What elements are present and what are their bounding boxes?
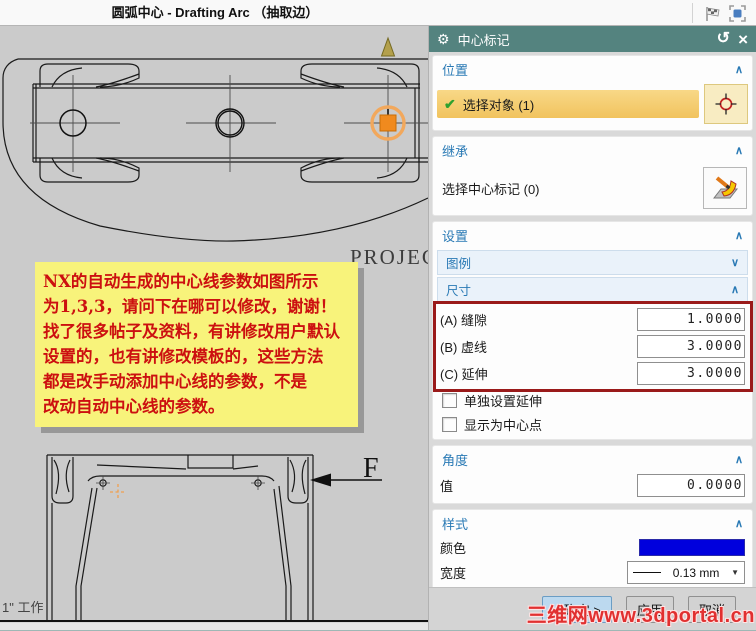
front-view-drawing — [46, 454, 314, 620]
select-object-row[interactable]: ✔ 选择对象 (1) — [437, 90, 699, 118]
gap-input[interactable]: 1.0000 — [637, 308, 745, 331]
note-line: 为1,3,3，请问下在哪可以修改，谢谢！ — [43, 297, 337, 316]
dialog-body: 位置 ∧ ✔ 选择对象 (1) 继承 ∧ 选择中心标记 (0) 设置 ∧ 图例 … — [429, 52, 756, 591]
group-angle-label: 角度 — [442, 453, 469, 468]
group-inherit-header[interactable]: 继承 ∧ — [433, 137, 752, 163]
view-arrow-f: F — [310, 453, 382, 487]
close-icon[interactable]: × — [738, 31, 748, 48]
group-position-label: 位置 — [442, 63, 469, 78]
group-position-header[interactable]: 位置 ∧ — [433, 56, 752, 82]
field-row-dash: (B) 虚线 3.0000 — [433, 333, 752, 360]
field-row-width: 宽度 0.13 mm ▼ — [433, 559, 752, 586]
note-line: 都是改手动添加中心线的参数，不是 — [43, 372, 307, 391]
dash-field-label: (B) 虚线 — [440, 340, 487, 355]
angle-value-input[interactable]: 0.0000 — [637, 474, 745, 497]
color-swatch[interactable] — [639, 539, 745, 556]
checkbox-row-display-center-point[interactable]: 显示为中心点 — [433, 411, 752, 435]
sheet-corner-label: 1" 工作 — [2, 600, 44, 615]
note-line: 改动自动中心线的参数。 — [43, 397, 225, 416]
color-label: 颜色 — [440, 541, 467, 556]
chevron-down-icon: ∨ — [730, 257, 739, 269]
select-center-mark-label: 选择中心标记 (0) — [442, 181, 540, 197]
nx-drafting-window: 圆弧中心 - Drafting Arc （抽取边） F PROJE NX的自动生… — [0, 0, 756, 631]
note-line: 找了很多帖子及资料，有讲修改用户默认 — [43, 322, 340, 341]
point-target-button[interactable] — [704, 84, 748, 124]
center-mark-dialog: ⚙ 中心标记 ↺ × 位置 ∧ ✔ 选择对象 (1) 继承 ∧ 选择中心标记 (… — [428, 26, 756, 630]
chevron-up-icon: ∧ — [734, 454, 743, 466]
note-line: NX的自动生成的中心线参数如图所示 — [43, 272, 319, 291]
preview-center-mark — [110, 484, 126, 500]
group-style-header[interactable]: 样式 ∧ — [433, 510, 752, 536]
field-row-angle-value: 值 0.0000 — [433, 472, 752, 499]
subsection-legend[interactable]: 图例 ∨ — [437, 250, 748, 275]
group-settings-header[interactable]: 设置 ∧ — [433, 222, 752, 248]
group-style: 样式 ∧ 颜色 宽度 0.13 mm ▼ — [432, 509, 753, 591]
direction-cone-marker — [380, 36, 396, 57]
field-row-extension: (C) 延伸 3.0000 — [433, 360, 752, 387]
watermark: 三维网www.3dportal.cn — [526, 605, 755, 627]
group-style-label: 样式 — [442, 517, 469, 532]
note-line: 设置的，也有讲修改模板的，这些方法 — [43, 347, 324, 366]
front-view-holes — [96, 476, 265, 490]
dimension-fields: (A) 缝隙 1.0000 (B) 虚线 3.0000 (C) 延伸 3.000… — [433, 301, 753, 392]
chevron-up-icon: ∧ — [734, 230, 743, 242]
field-row-gap: (A) 缝隙 1.0000 — [433, 306, 752, 333]
crosshair-icon — [715, 93, 737, 115]
select-object-label: 选择对象 (1) — [462, 97, 535, 113]
legend-label: 图例 — [446, 257, 472, 271]
angle-value-label: 值 — [440, 479, 454, 494]
group-settings-label: 设置 — [442, 229, 469, 244]
group-position: 位置 ∧ ✔ 选择对象 (1) — [432, 55, 753, 131]
view-arrow-label: F — [363, 453, 379, 484]
gap-field-label: (A) 缝隙 — [440, 313, 487, 328]
checkbox-unchecked-icon[interactable] — [442, 393, 457, 408]
top-view-drawing — [2, 58, 428, 242]
checkbox-row-individual-extension[interactable]: 单独设置延伸 — [433, 387, 752, 411]
projection-text: PROJEC — [350, 245, 428, 269]
subsection-dimension[interactable]: 尺寸 ∧ — [437, 277, 748, 302]
window-title: 圆弧中心 - Drafting Arc （抽取边） — [111, 5, 319, 20]
maximize-view-icon[interactable] — [728, 4, 746, 22]
group-inherit: 继承 ∧ 选择中心标记 (0) — [432, 136, 753, 216]
chevron-up-icon: ∧ — [734, 145, 743, 157]
group-inherit-label: 继承 — [442, 144, 469, 159]
dropdown-caret-icon: ▼ — [731, 568, 739, 577]
line-width-value: 0.13 mm — [672, 565, 720, 580]
dialog-title: 中心标记 — [457, 32, 510, 48]
titlebar-icons — [692, 3, 746, 23]
extension-input[interactable]: 3.0000 — [637, 362, 745, 385]
line-width-dropdown[interactable]: 0.13 mm ▼ — [627, 561, 745, 584]
line-sample-icon — [633, 572, 661, 573]
chevron-up-icon: ∧ — [730, 284, 739, 296]
titlebar: 圆弧中心 - Drafting Arc （抽取边） — [0, 0, 756, 26]
group-angle-header[interactable]: 角度 ∧ — [433, 446, 752, 472]
extension-field-label: (C) 延伸 — [440, 367, 488, 382]
reset-icon[interactable]: ↺ — [717, 31, 730, 47]
inherit-marker-icon — [712, 176, 739, 199]
dimension-label: 尺寸 — [446, 284, 472, 298]
group-settings: 设置 ∧ 图例 ∨ 尺寸 ∧ (A) 缝隙 1.0000 (B) 虚线 3.00… — [432, 221, 753, 440]
dialog-header[interactable]: ⚙ 中心标记 ↺ × — [429, 26, 756, 52]
drawing-canvas[interactable]: F PROJEC NX的自动生成的中心线参数如图所示 为1,3,3，请问下在哪可… — [0, 26, 428, 630]
individual-extension-label: 单独设置延伸 — [464, 394, 543, 409]
inherit-select-button[interactable] — [703, 167, 747, 209]
field-row-color: 颜色 — [433, 536, 752, 559]
display-center-point-label: 显示为中心点 — [464, 418, 543, 433]
checkmark-icon: ✔ — [444, 95, 456, 112]
group-angle: 角度 ∧ 值 0.0000 — [432, 445, 753, 504]
finish-flag-icon[interactable] — [703, 4, 721, 22]
dialog-options-gear-icon[interactable]: ⚙ — [437, 32, 450, 46]
chevron-up-icon: ∧ — [734, 64, 743, 76]
width-label: 宽度 — [440, 566, 467, 581]
dash-input[interactable]: 3.0000 — [637, 335, 745, 358]
checkbox-unchecked-icon[interactable] — [442, 417, 457, 432]
annotation-note: NX的自动生成的中心线参数如图所示 为1,3,3，请问下在哪可以修改，谢谢！ 找… — [35, 262, 358, 427]
chevron-up-icon: ∧ — [734, 518, 743, 530]
